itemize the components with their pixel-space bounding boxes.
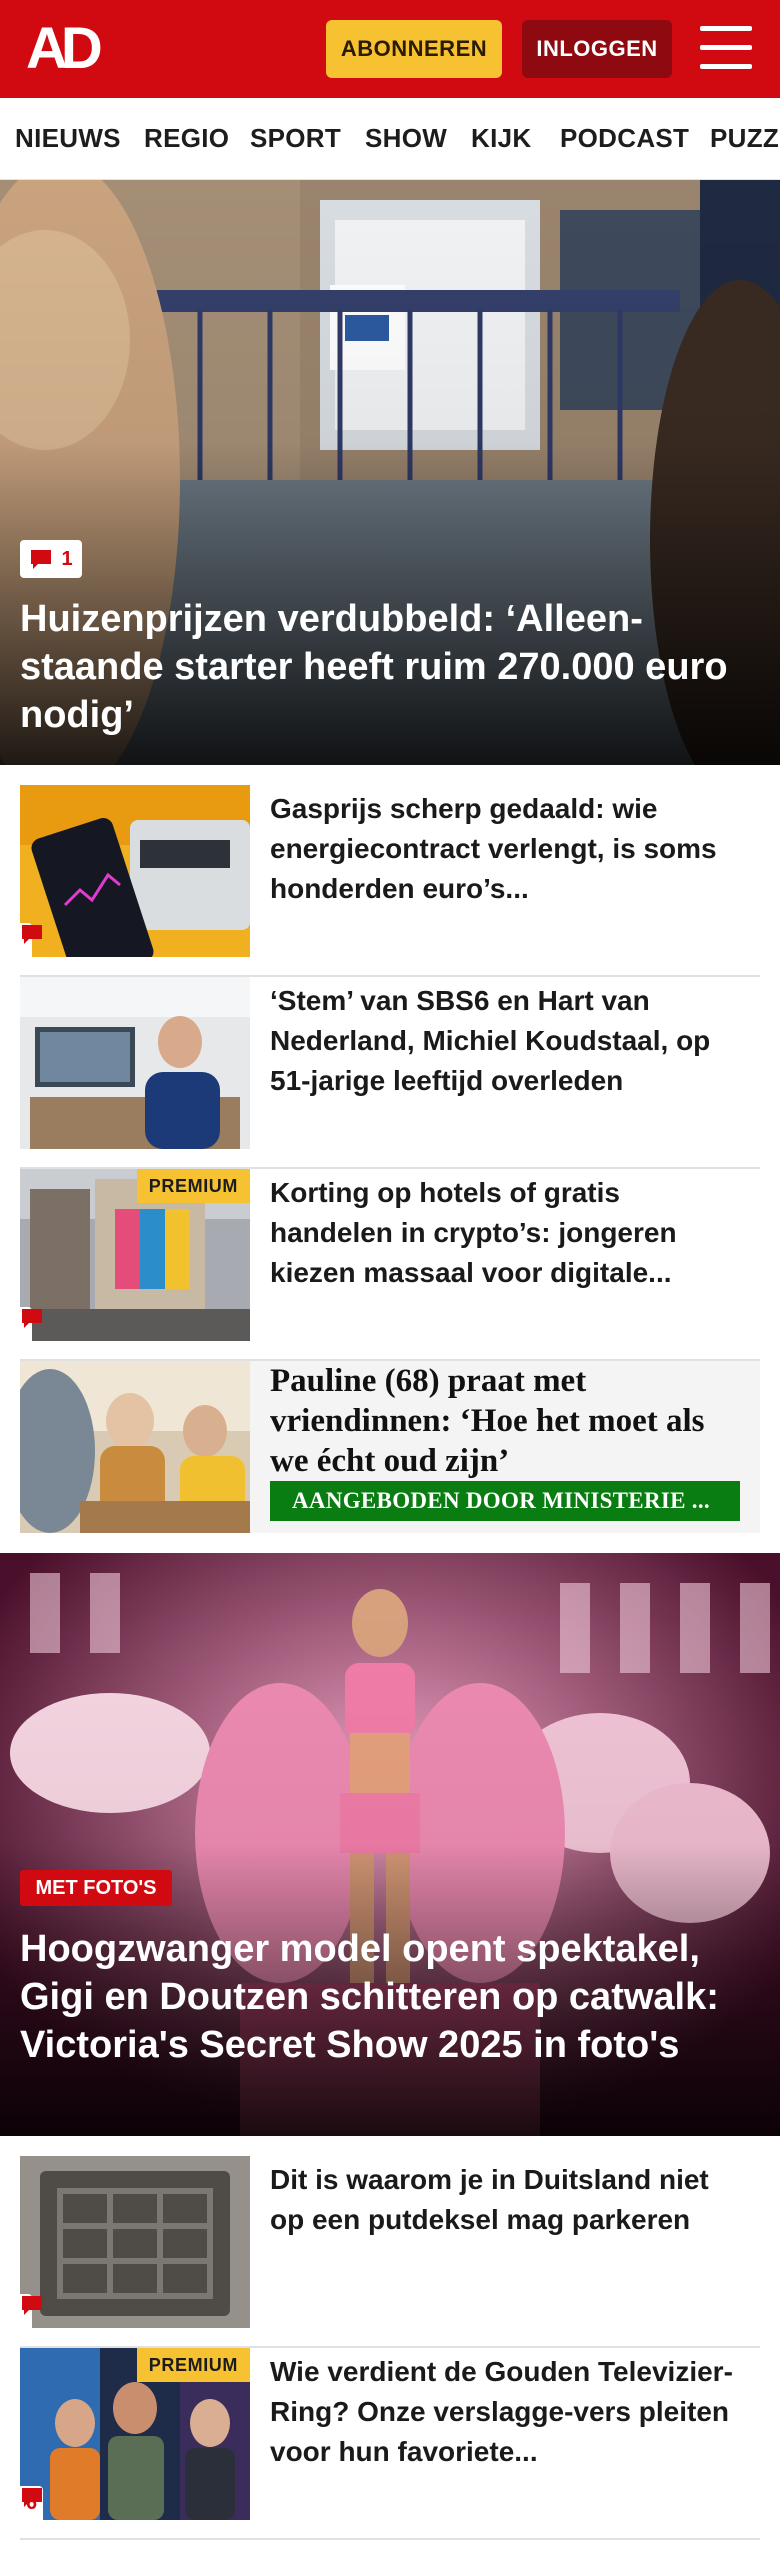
article-title[interactable]: Dit is waarom je in Duitsland niet op ee… [270, 2160, 750, 2240]
hero-headline[interactable]: Huizenprijzen verdubbeld: ‘Alleen-staand… [20, 595, 760, 739]
comment-icon [22, 2488, 42, 2507]
comment-indicator [20, 923, 42, 957]
top-bar: AD ABONNEREN INLOGGEN [0, 0, 780, 98]
article-thumbnail-tv-presenters: PREMIUM 6 [20, 2348, 250, 2520]
comment-icon [31, 550, 52, 569]
article-thumbnail-man-at-desk [20, 977, 250, 1149]
hero-article-fashion-show[interactable]: MET FOTO'S Hoogzwanger model opent spekt… [0, 1553, 780, 2136]
sponsored-article[interactable]: Pauline (68) praat met vriendinnen: ‘Hoe… [20, 1361, 760, 1533]
comment-indicator [20, 2294, 42, 2328]
list-item[interactable]: PREMIUM 6 Wie verdient de Gouden Televiz… [20, 2348, 760, 2540]
list-item[interactable]: PREMIUM Korting op hotels of gratis hand… [20, 1169, 760, 1361]
article-thumbnail-city-building: PREMIUM [20, 1169, 250, 1341]
article-thumbnail-gas-meter [20, 785, 250, 957]
comment-indicator [20, 1307, 42, 1341]
hero-article-housing[interactable]: 1 Huizenprijzen verdubbeld: ‘Alleen-staa… [0, 180, 780, 765]
sponsored-label: AANGEBODEN DOOR MINISTERIE ... [270, 1481, 740, 1521]
nav-item-sport[interactable]: SPORT [250, 123, 341, 154]
comment-icon [22, 2296, 42, 2315]
hero-headline[interactable]: Hoogzwanger model opent spektakel, Gigi … [20, 1925, 760, 2069]
ad-logo[interactable]: AD [26, 20, 118, 78]
nav-item-puzzel[interactable]: PUZZ [710, 123, 779, 154]
nav-item-nieuws[interactable]: NIEUWS [15, 123, 121, 154]
article-thumbnail-manhole-cover [20, 2156, 250, 2328]
article-title[interactable]: ‘Stem’ van SBS6 en Hart van Nederland, M… [270, 981, 750, 1101]
article-title[interactable]: Gasprijs scherp gedaald: wie energiecont… [270, 789, 750, 909]
photo-gallery-badge: MET FOTO'S [20, 1870, 172, 1906]
article-title[interactable]: Korting op hotels of gratis handelen in … [270, 1173, 750, 1293]
nav-item-podcast[interactable]: PODCAST [560, 123, 689, 154]
nav-item-regio[interactable]: REGIO [144, 123, 229, 154]
subscribe-button[interactable]: ABONNEREN [326, 20, 502, 78]
comment-count-badge: 1 [20, 540, 82, 578]
list-item[interactable]: Dit is waarom je in Duitsland niet op ee… [20, 2156, 760, 2348]
nav-item-show[interactable]: SHOW [365, 123, 447, 154]
sponsored-title[interactable]: Pauline (68) praat met vriendinnen: ‘Hoe… [270, 1361, 750, 1481]
login-button[interactable]: INLOGGEN [522, 20, 672, 78]
list-item[interactable]: ‘Stem’ van SBS6 en Hart van Nederland, M… [20, 977, 760, 1169]
article-thumbnail-friends-table [20, 1361, 250, 1533]
comment-icon [22, 1309, 42, 1328]
premium-badge: PREMIUM [136, 2348, 250, 2382]
list-item[interactable]: Gasprijs scherp gedaald: wie energiecont… [20, 785, 760, 977]
comment-indicator: 6 [20, 2486, 44, 2520]
comment-count: 1 [61, 547, 73, 570]
nav-item-kijk[interactable]: KIJK [471, 123, 531, 154]
comment-icon [22, 925, 42, 944]
hamburger-menu-icon[interactable] [700, 26, 752, 70]
article-title[interactable]: Wie verdient de Gouden Televizier-Ring? … [270, 2352, 750, 2472]
section-nav: NIEUWS REGIO SPORT SHOW KIJK PODCAST PUZ… [0, 98, 780, 180]
premium-badge: PREMIUM [136, 1169, 250, 1203]
